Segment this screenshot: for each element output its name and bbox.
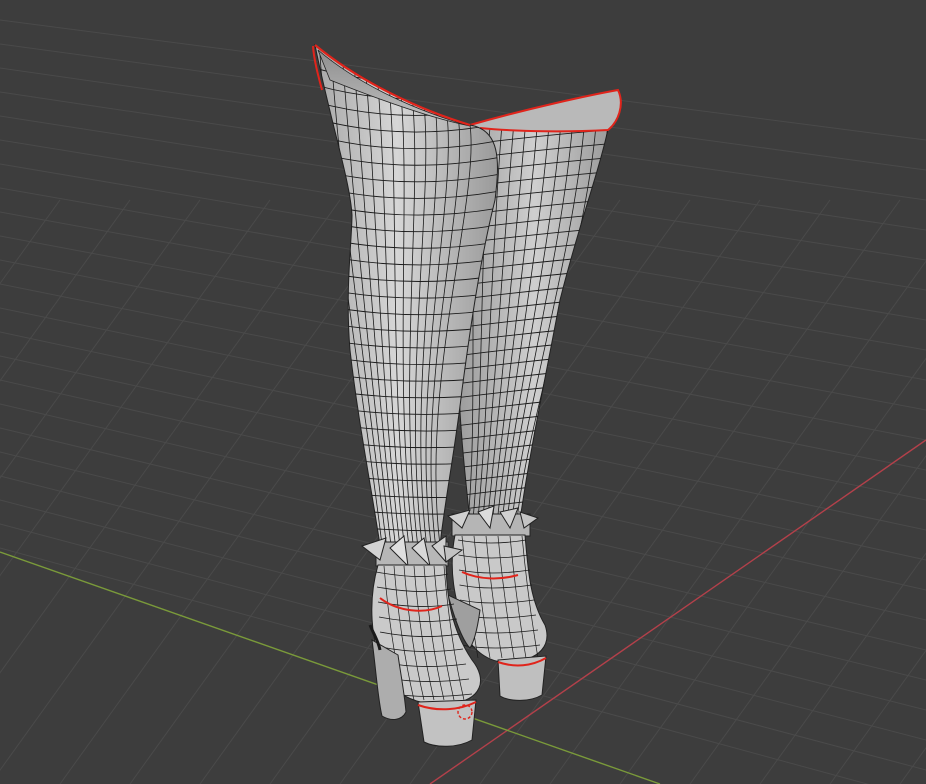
grid-line <box>759 552 926 784</box>
y-axis-line <box>0 551 661 784</box>
back-boot-spike-band <box>446 505 540 537</box>
grid-line <box>0 199 61 285</box>
3d-viewport[interactable] <box>0 0 926 784</box>
viewport-canvas[interactable] <box>0 0 926 784</box>
grid-line <box>549 260 926 784</box>
grid-line <box>0 199 341 674</box>
grid-line <box>0 199 271 577</box>
grid-line <box>619 357 926 784</box>
grid-line <box>0 199 201 479</box>
grid-line <box>689 454 926 784</box>
